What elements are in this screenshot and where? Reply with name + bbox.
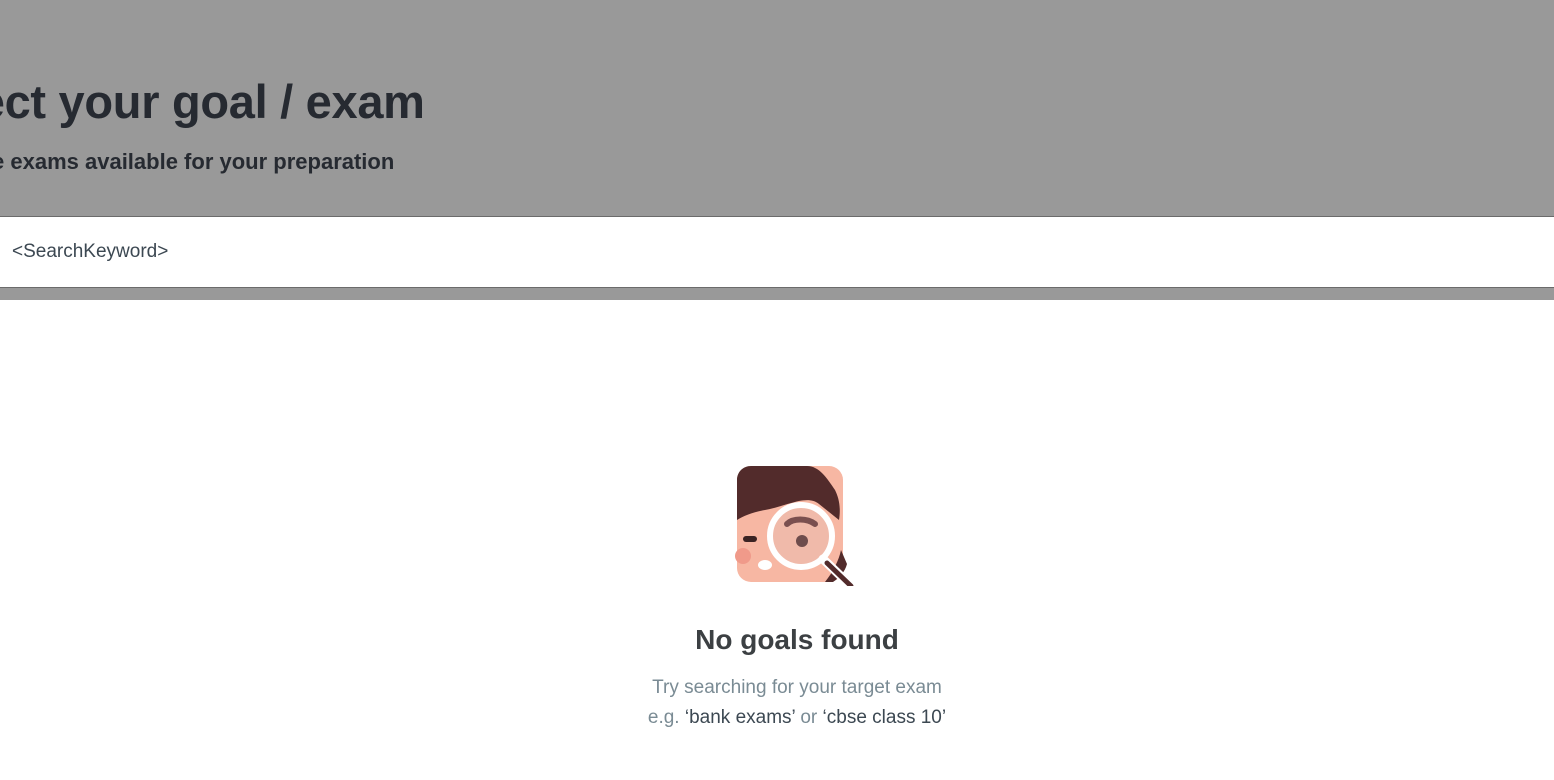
empty-state-title: No goals found	[695, 624, 899, 655]
page-subtitle-text: exams available for your preparation	[10, 149, 395, 174]
search-girl-magnifier-illustration	[735, 466, 854, 586]
example-cbse-class-10: ‘cbse class 10’	[822, 707, 947, 728]
illustration-eye	[743, 536, 757, 542]
examples-connector: or	[800, 707, 818, 728]
empty-state-examples: e.g. ‘bank exams’ or ‘cbse class 10’	[0, 707, 1554, 729]
examples-prefix: e.g.	[647, 707, 680, 728]
example-bank-exams: ‘bank exams’	[684, 707, 796, 728]
empty-state-hint: Try searching for your target exam	[652, 677, 942, 698]
search-input[interactable]	[0, 217, 1554, 287]
page-subtitle-cut-prefix: e	[0, 149, 4, 174]
search-box[interactable]	[0, 216, 1554, 288]
page-subtitle: e exams available for your preparation	[0, 149, 394, 175]
page-title: lect your goal / exam	[0, 75, 425, 128]
